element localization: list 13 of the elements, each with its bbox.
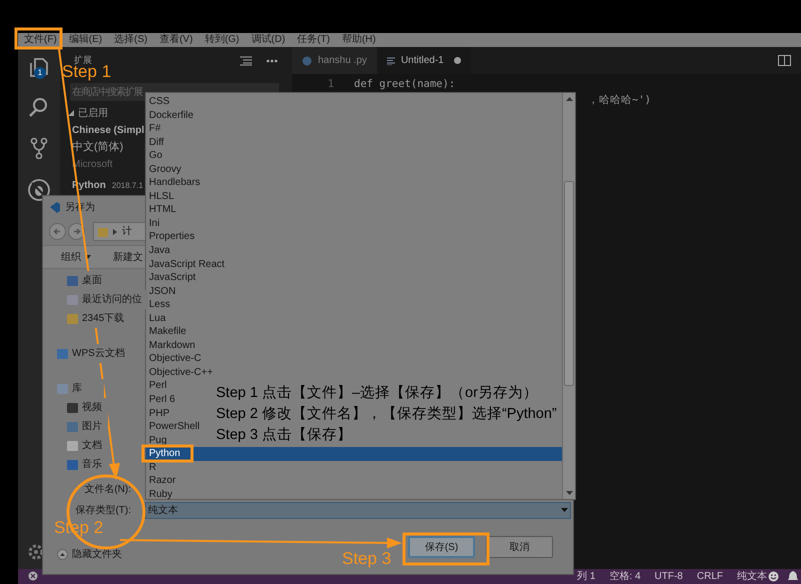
extension-version: 2018.7.1: [112, 180, 144, 192]
line-number: 1: [326, 77, 334, 92]
code-line: def greet(name):: [354, 77, 456, 92]
field-label: 保存类型(T):: [74, 504, 131, 518]
step-label: Step 3: [342, 550, 392, 568]
instruction-text: Step 1 点击【文件】–选择【保存】（or另存为）: [216, 384, 539, 403]
instruction-text: Step 2 修改【文件名】，【保存类型】选择“Python”: [216, 405, 557, 424]
instruction-text: Step 3 点击【保存】: [216, 426, 353, 445]
step-label: Step 1: [62, 63, 112, 81]
panel-title: 扩展: [74, 54, 92, 65]
field-label: 文件名(N):: [83, 482, 131, 497]
code-line: ，哈哈哈~'): [588, 93, 651, 108]
notification-badge: 1: [34, 67, 46, 79]
